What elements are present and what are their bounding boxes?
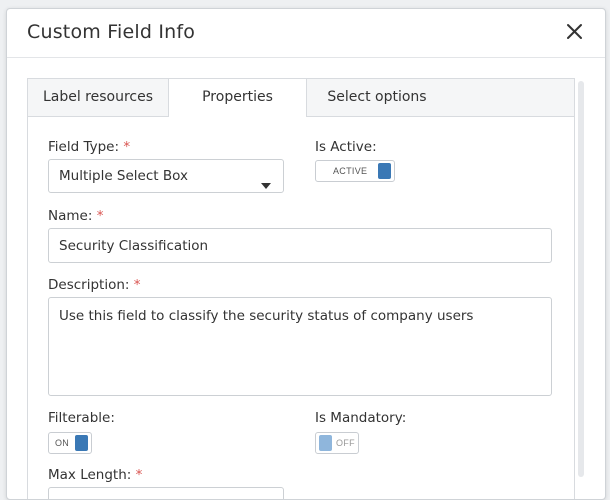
modal-header: Custom Field Info: [7, 9, 605, 58]
field-type-value: Multiple Select Box: [59, 168, 188, 184]
name-label: Name: *: [48, 208, 103, 224]
name-input[interactable]: Security Classification: [48, 228, 552, 263]
name-input-value: Security Classification: [59, 238, 209, 254]
max-length-input[interactable]: [48, 487, 284, 499]
tab-panel: Label resources Properties Select option…: [27, 78, 575, 499]
custom-field-info-modal: Custom Field Info Label resources Proper…: [6, 8, 606, 500]
close-icon: [563, 19, 587, 45]
tab-properties[interactable]: Properties: [168, 79, 307, 117]
modal-title: Custom Field Info: [27, 21, 196, 43]
description-label-text: Description:: [48, 277, 130, 293]
max-length-label: Max Length: *: [48, 467, 142, 483]
is-mandatory-toggle-text: OFF: [336, 438, 355, 448]
toggle-knob: [75, 435, 88, 451]
caret-down-icon: [261, 174, 271, 193]
toggle-knob: [319, 435, 332, 451]
is-active-toggle[interactable]: ACTIVE: [315, 160, 395, 182]
is-active-label: Is Active:: [315, 139, 377, 155]
description-label: Description: *: [48, 277, 140, 293]
filterable-toggle-text: ON: [55, 438, 70, 448]
scrollbar[interactable]: [578, 81, 584, 477]
is-mandatory-label: Is Mandatory:: [315, 410, 407, 426]
field-type-select[interactable]: Multiple Select Box: [48, 159, 284, 193]
tab-label-resources[interactable]: Label resources: [28, 79, 168, 116]
required-marker: *: [123, 139, 131, 155]
max-length-label-text: Max Length:: [48, 467, 132, 483]
filterable-toggle[interactable]: ON: [48, 432, 92, 454]
tab-bar: Label resources Properties Select option…: [28, 79, 574, 117]
required-marker: *: [133, 277, 141, 293]
tab-select-options[interactable]: Select options: [307, 79, 447, 116]
required-marker: *: [135, 467, 143, 483]
close-button[interactable]: [563, 19, 587, 45]
filterable-label: Filterable:: [48, 410, 115, 426]
is-active-toggle-text: ACTIVE: [333, 166, 368, 176]
field-type-label-text: Field Type:: [48, 139, 120, 155]
name-label-text: Name:: [48, 208, 93, 224]
field-type-label: Field Type: *: [48, 139, 130, 155]
is-mandatory-toggle[interactable]: OFF: [315, 432, 359, 454]
description-value: Use this field to classify the security …: [59, 308, 474, 324]
toggle-knob: [378, 163, 391, 179]
required-marker: *: [96, 208, 104, 224]
description-textarea[interactable]: Use this field to classify the security …: [48, 297, 552, 396]
